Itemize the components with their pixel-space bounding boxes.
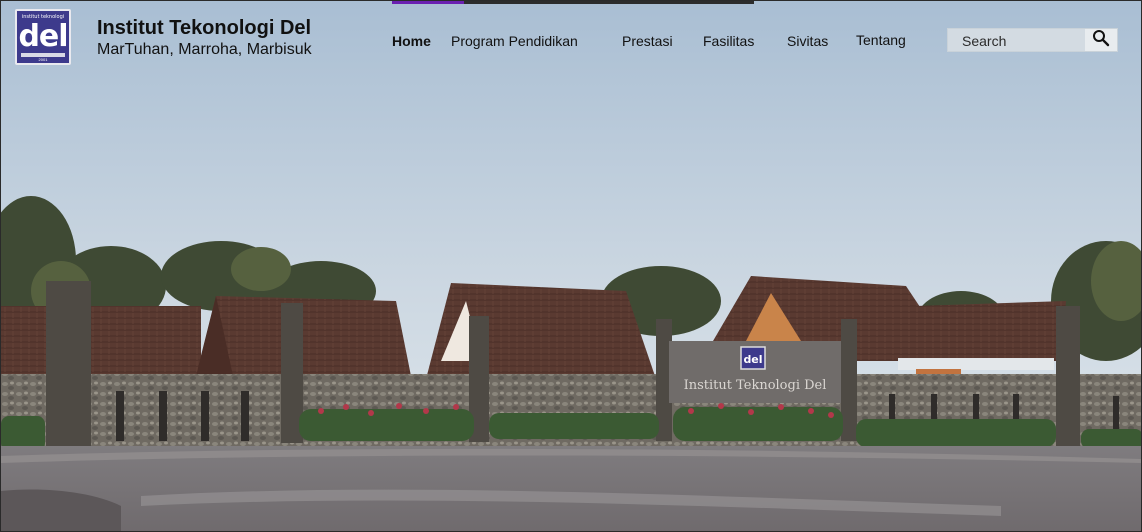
nav-item-program-pendidikan[interactable]: Program Pendidikan xyxy=(451,33,578,49)
nav-item-prestasi[interactable]: Prestasi xyxy=(622,33,673,49)
sign-logo: del xyxy=(743,353,762,366)
logo-year: 2001 xyxy=(38,57,48,62)
nav-item-tentang[interactable]: Tentang xyxy=(856,32,906,48)
page: del Institut Teknologi Del institut tekn… xyxy=(0,0,1142,532)
site-title: Institut Tekonologi Del xyxy=(97,17,312,39)
search-input[interactable] xyxy=(956,32,1093,50)
site-tagline: MarTuhan, Marroha, Marbisuk xyxy=(97,41,312,58)
site-header: institut teknologi del 2001 Institut Tek… xyxy=(1,1,1141,81)
logo-text: del xyxy=(18,19,68,54)
nav-item-sivitas[interactable]: Sivitas xyxy=(787,33,828,49)
progress-fill xyxy=(392,1,465,4)
institution-logo[interactable]: institut teknologi del 2001 xyxy=(15,9,71,65)
page-progress-bar xyxy=(392,1,754,4)
search-icon xyxy=(1092,29,1110,52)
search-button[interactable] xyxy=(1085,29,1117,51)
search-box xyxy=(947,28,1118,52)
nav-item-fasilitas[interactable]: Fasilitas xyxy=(703,33,754,49)
sign-text: Institut Teknologi Del xyxy=(684,378,827,393)
nav-item-home[interactable]: Home xyxy=(392,33,431,49)
